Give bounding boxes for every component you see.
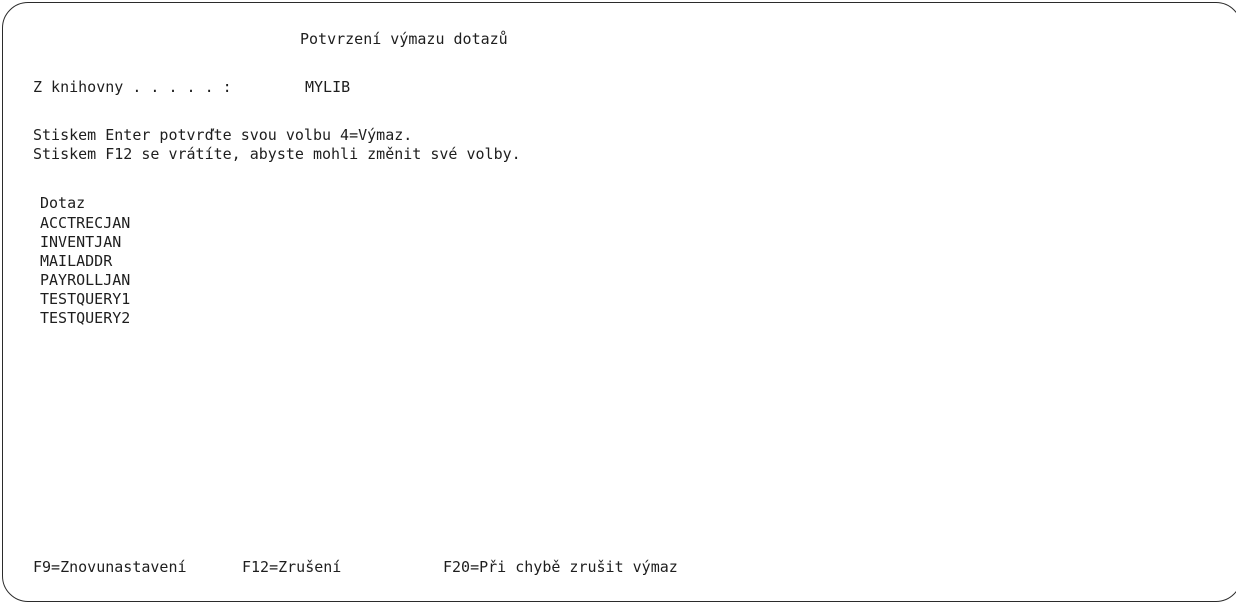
query-list-item: INVENTJAN (40, 233, 122, 251)
query-list-item: ACCTRECJAN (40, 214, 131, 232)
f12-cancel-key[interactable]: F12=Zrušení (242, 557, 341, 577)
query-list-item: TESTQUERY2 (40, 309, 131, 327)
library-label: Z knihovny . . . . . : (33, 78, 232, 96)
screen-title: Potvrzení výmazu dotazů (300, 30, 508, 48)
column-header-query: Dotaz (40, 194, 86, 212)
terminal-screen: Potvrzení výmazu dotazů Z knihovny . . .… (0, 0, 1236, 585)
instruction-f12: Stiskem F12 se vrátíte, abyste mohli změ… (33, 145, 521, 163)
f20-cancel-on-error-key[interactable]: F20=Při chybě zrušit výmaz (443, 557, 678, 577)
query-list-item: TESTQUERY1 (40, 290, 131, 308)
f9-reset-key[interactable]: F9=Znovunastavení (33, 557, 187, 577)
query-list-item: MAILADDR (40, 252, 113, 270)
instruction-enter: Stiskem Enter potvrďte svou volbu 4=Výma… (33, 126, 413, 144)
query-list-item: PAYROLLJAN (40, 271, 131, 289)
library-value: MYLIB (305, 78, 351, 96)
